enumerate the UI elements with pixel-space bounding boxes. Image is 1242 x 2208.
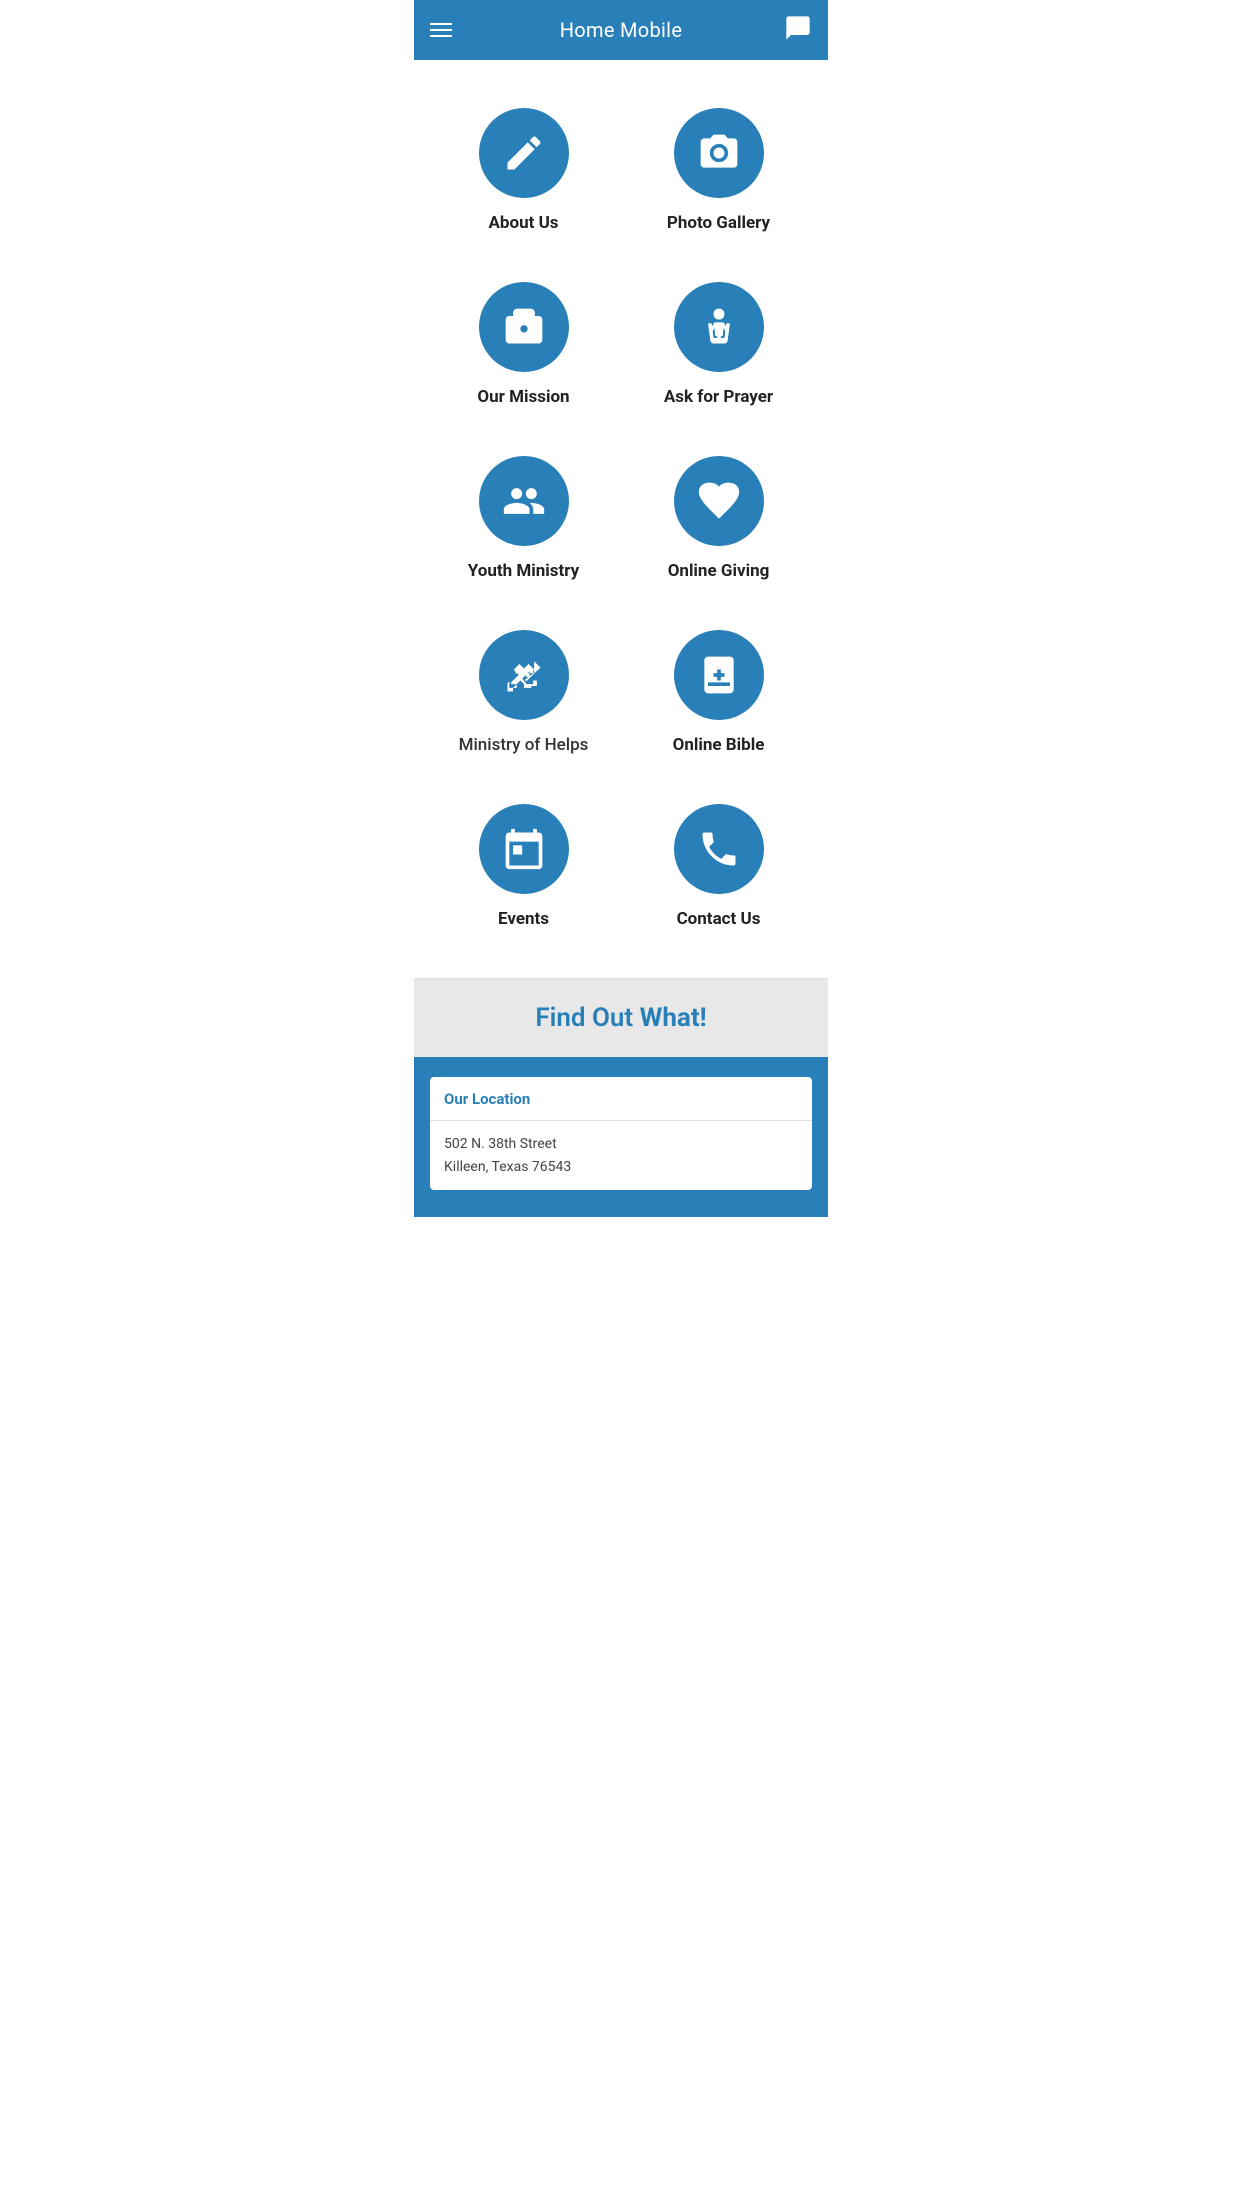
our-mission-icon-circle (479, 282, 569, 372)
chat-button[interactable] (784, 14, 812, 46)
online-bible-label: Online Bible (673, 734, 765, 756)
contact-us-label: Contact Us (677, 908, 761, 930)
find-out-prefix: Find Out (535, 1003, 639, 1033)
location-card: Our Location 502 N. 38th Street Killeen,… (430, 1077, 812, 1190)
hamburger-menu-button[interactable] (430, 23, 452, 37)
location-card-title: Our Location (444, 1090, 530, 1108)
location-card-body: 502 N. 38th Street Killeen, Texas 76543 (430, 1121, 812, 1190)
online-giving-icon-circle (674, 456, 764, 546)
edit-icon (502, 131, 546, 175)
chat-icon (784, 14, 812, 42)
footer-section: Our Location 502 N. 38th Street Killeen,… (414, 1057, 828, 1217)
app-header: Home Mobile (414, 0, 828, 60)
grid-item-events[interactable]: Events (430, 780, 617, 946)
youth-ministry-label: Youth Ministry (468, 560, 579, 582)
address-line2: Killeen, Texas 76543 (444, 1159, 571, 1175)
events-label: Events (498, 908, 549, 930)
contact-us-icon-circle (674, 804, 764, 894)
grid-item-our-mission[interactable]: Our Mission (430, 258, 617, 424)
hamburger-line-3 (430, 35, 452, 37)
ministry-of-helps-icon-circle (479, 630, 569, 720)
grid-item-online-bible[interactable]: Online Bible (625, 606, 812, 772)
hamburger-line-1 (430, 23, 452, 25)
briefcase-icon (502, 305, 546, 349)
grid-item-ministry-of-helps[interactable]: Ministry of Helps (430, 606, 617, 772)
ask-for-prayer-label: Ask for Prayer (664, 386, 773, 408)
ask-for-prayer-icon-circle (674, 282, 764, 372)
events-icon-circle (479, 804, 569, 894)
phone-icon (697, 827, 741, 871)
find-out-highlight: What! (640, 1003, 707, 1033)
grid-item-photo-gallery[interactable]: Photo Gallery (625, 84, 812, 250)
bible-icon (697, 653, 741, 697)
camera-icon (697, 131, 741, 175)
grid-item-about-us[interactable]: About Us (430, 84, 617, 250)
hamburger-line-2 (430, 29, 452, 31)
about-us-label: About Us (488, 212, 558, 234)
address-line1: 502 N. 38th Street (444, 1136, 557, 1152)
youth-ministry-icon-circle (479, 456, 569, 546)
photo-gallery-label: Photo Gallery (667, 212, 770, 234)
pray-icon (697, 305, 741, 349)
our-mission-label: Our Mission (477, 386, 569, 408)
grid-item-youth-ministry[interactable]: Youth Ministry (430, 432, 617, 598)
grid-item-online-giving[interactable]: Online Giving (625, 432, 812, 598)
location-card-header: Our Location (430, 1077, 812, 1121)
location-address: 502 N. 38th Street Killeen, Texas 76543 (444, 1133, 798, 1178)
find-out-text: Find Out What! (430, 1003, 812, 1033)
people-icon (502, 479, 546, 523)
grid-item-ask-for-prayer[interactable]: Ask for Prayer (625, 258, 812, 424)
hand-heart-icon (697, 479, 741, 523)
ministry-of-helps-label: Ministry of Helps (459, 734, 589, 756)
online-bible-icon-circle (674, 630, 764, 720)
photo-gallery-icon-circle (674, 108, 764, 198)
grid-item-contact-us[interactable]: Contact Us (625, 780, 812, 946)
main-grid: About Us Photo Gallery Our Mission Ask f… (414, 60, 828, 978)
calendar-icon (502, 827, 546, 871)
about-us-icon-circle (479, 108, 569, 198)
header-title: Home Mobile (560, 18, 683, 42)
handshake-icon (502, 653, 546, 697)
online-giving-label: Online Giving (668, 560, 770, 582)
find-out-section: Find Out What! (414, 979, 828, 1057)
